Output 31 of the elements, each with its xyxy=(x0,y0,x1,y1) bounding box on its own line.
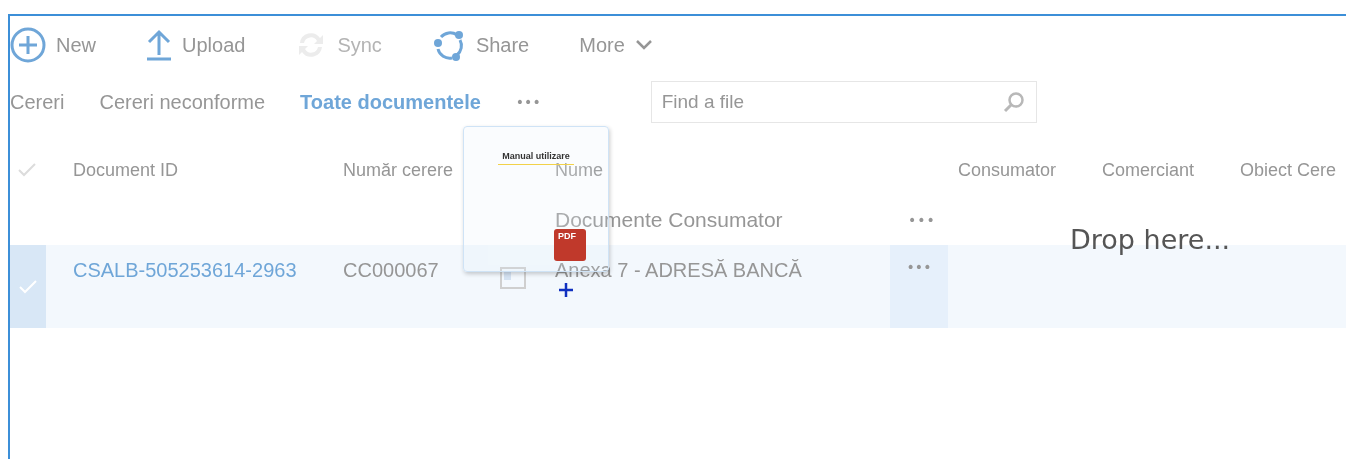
table-cell: CSALB-505253614-2963 xyxy=(73,259,297,282)
column-header[interactable]: Document ID xyxy=(73,159,179,181)
document-icon xyxy=(500,267,526,289)
upload-icon xyxy=(146,29,172,61)
view-tab[interactable]: Cereri xyxy=(10,90,65,114)
toolbar-button[interactable]: Upload xyxy=(146,25,246,65)
toolbar-button[interactable]: Share xyxy=(431,25,530,65)
search-field[interactable]: Find a file xyxy=(650,81,1037,123)
check-icon[interactable] xyxy=(18,163,36,177)
group-header: Documente Consumator xyxy=(555,208,783,232)
column-header[interactable]: Comerciant xyxy=(1102,159,1195,181)
column-header[interactable]: Obiect Cere xyxy=(1240,159,1337,181)
plus-circle-icon xyxy=(10,27,46,63)
row-more-button[interactable]: ••• xyxy=(890,245,948,328)
pdf-badge: PDF xyxy=(554,229,586,261)
group-more-button[interactable]: ••• xyxy=(908,212,936,228)
column-header[interactable]: Număr cerere xyxy=(343,159,454,181)
share-icon xyxy=(431,28,466,62)
more-views-button[interactable]: ••• xyxy=(515,94,541,110)
page-title: Manual utilizare xyxy=(498,151,574,165)
view-tab[interactable]: Toate documentele xyxy=(300,90,481,114)
search-icon[interactable] xyxy=(1002,91,1025,113)
toolbar-button[interactable]: New xyxy=(10,25,96,65)
column-header[interactable]: Consumator xyxy=(958,159,1057,181)
chevron-down-icon xyxy=(634,39,653,51)
toolbar-button[interactable]: More xyxy=(579,25,653,65)
check-icon xyxy=(19,279,37,294)
row-checkbox[interactable] xyxy=(10,245,46,328)
table-cell: CC000067 xyxy=(343,259,439,282)
view-tab[interactable]: Cereri neconforme xyxy=(99,90,266,114)
plus-cursor-icon xyxy=(559,283,573,297)
